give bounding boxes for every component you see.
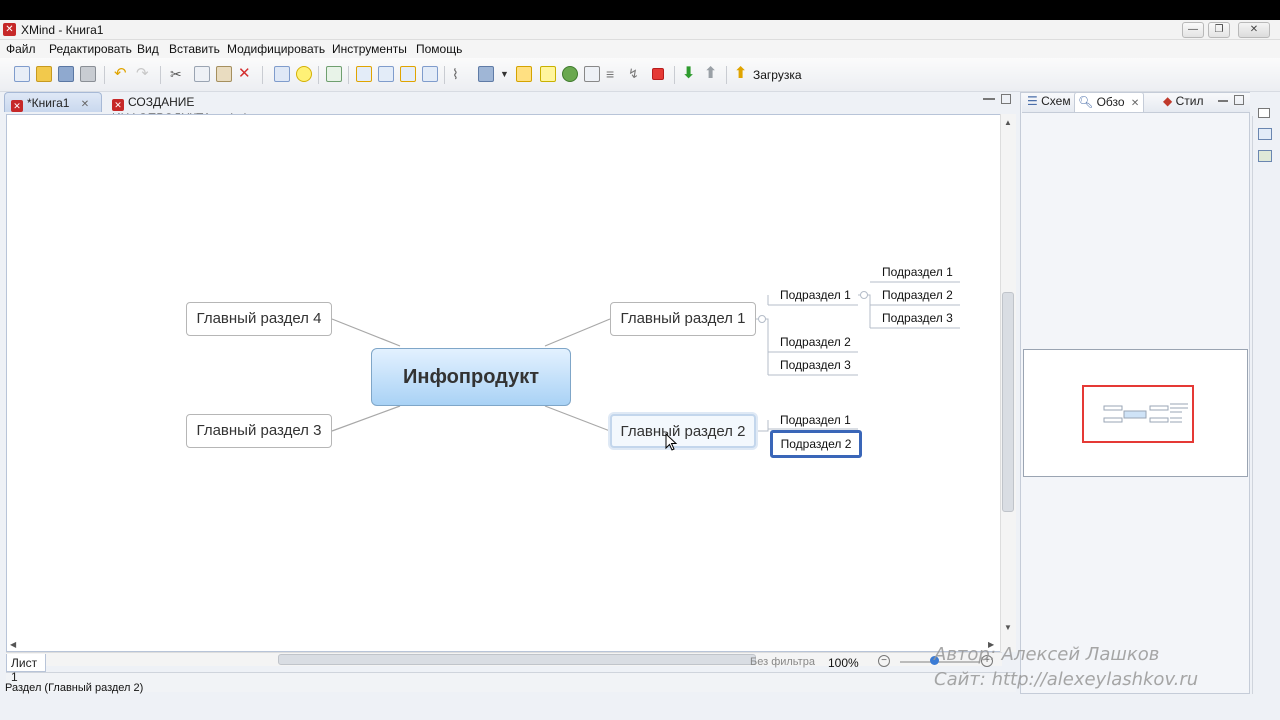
connector-sub1-children (858, 294, 871, 328)
connector-t3 (331, 405, 401, 432)
scroll-left-arrow-icon[interactable]: ◀ (10, 640, 16, 649)
sheet-bar (6, 672, 1016, 692)
zoom-level[interactable]: 100% (828, 656, 859, 670)
markers-view-icon[interactable] (1258, 150, 1272, 162)
scroll-down-arrow-icon[interactable]: ▼ (1004, 623, 1012, 632)
topic-main-2-selected[interactable]: Главный раздел 2 (610, 414, 756, 448)
connector-t2-subs (756, 420, 769, 432)
subtopic-t1-1[interactable]: Подраздел 1 (780, 288, 851, 302)
side-toolstrip (1252, 116, 1280, 694)
watermark-author: Автор: Алексей Лашков (934, 644, 1160, 665)
xmind-window: ✕ XMind - Книга1 — ❐ ✕ Файл Редактироват… (0, 20, 1280, 720)
subtopic-t1-1-child-2[interactable]: Подраздел 2 (882, 288, 953, 302)
watermark-site: Сайт: http://alexeylashkov.ru (934, 669, 1199, 690)
vertical-scroll-thumb[interactable] (1002, 292, 1014, 512)
tab-outline[interactable]: ☰ Схем (1027, 94, 1071, 108)
magnifier-icon: 🔍︎ (1078, 95, 1094, 109)
connector-t1 (544, 318, 611, 347)
topic-main-3[interactable]: Главный раздел 3 (186, 414, 332, 448)
central-topic[interactable]: Инфопродукт (371, 348, 571, 406)
panel-minimize-icon[interactable] (1218, 100, 1228, 102)
connector-t1-subs (756, 318, 769, 375)
connector-t4 (331, 318, 401, 347)
collapse-sub1-icon (860, 291, 868, 299)
filter-label[interactable]: Без фильтра (750, 656, 815, 668)
collapse-t1-icon (758, 315, 766, 323)
outline-icon: ☰ (1027, 94, 1038, 108)
tab-overview-label: Обзо (1096, 95, 1125, 109)
panel-maximize-icon[interactable] (1234, 95, 1244, 105)
subtopic-t2-2-selected[interactable]: Подраздел 2 (770, 430, 862, 458)
subtopic-t1-3[interactable]: Подраздел 3 (780, 358, 851, 372)
zoom-out-icon[interactable]: − (878, 655, 890, 667)
horizontal-scroll-thumb[interactable] (278, 654, 756, 665)
tab-style-label: Стил (1175, 94, 1204, 108)
subtopic-t1-1-child-1[interactable]: Подраздел 1 (882, 265, 953, 279)
tab-outline-label: Схем (1041, 94, 1071, 108)
close-overview-icon[interactable]: ✕ (1131, 98, 1139, 109)
subtopic-t2-1[interactable]: Подраздел 1 (780, 413, 851, 427)
topic-main-1[interactable]: Главный раздел 1 (610, 302, 756, 336)
overview-viewport-frame[interactable] (1082, 385, 1194, 443)
tab-style[interactable]: ◆ Стил (1163, 94, 1203, 108)
status-bar (0, 696, 1280, 720)
connector-t2 (544, 405, 611, 432)
topic-main-4[interactable]: Главный раздел 4 (186, 302, 332, 336)
style-icon: ◆ (1163, 94, 1173, 108)
status-text: Раздел (Главный раздел 2) (5, 682, 144, 694)
scroll-up-arrow-icon[interactable]: ▲ (1004, 118, 1012, 127)
properties-view-icon[interactable] (1258, 128, 1272, 140)
tab-overview[interactable]: 🔍︎ Обзо ✕ (1074, 92, 1145, 112)
sheet-tab[interactable]: Лист 1 (6, 654, 46, 684)
mouse-cursor-icon (665, 433, 678, 451)
subtopic-t1-1-child-3[interactable]: Подраздел 3 (882, 311, 953, 325)
subtopic-t1-2[interactable]: Подраздел 2 (780, 335, 851, 349)
restore-view-icon[interactable] (1258, 108, 1270, 118)
